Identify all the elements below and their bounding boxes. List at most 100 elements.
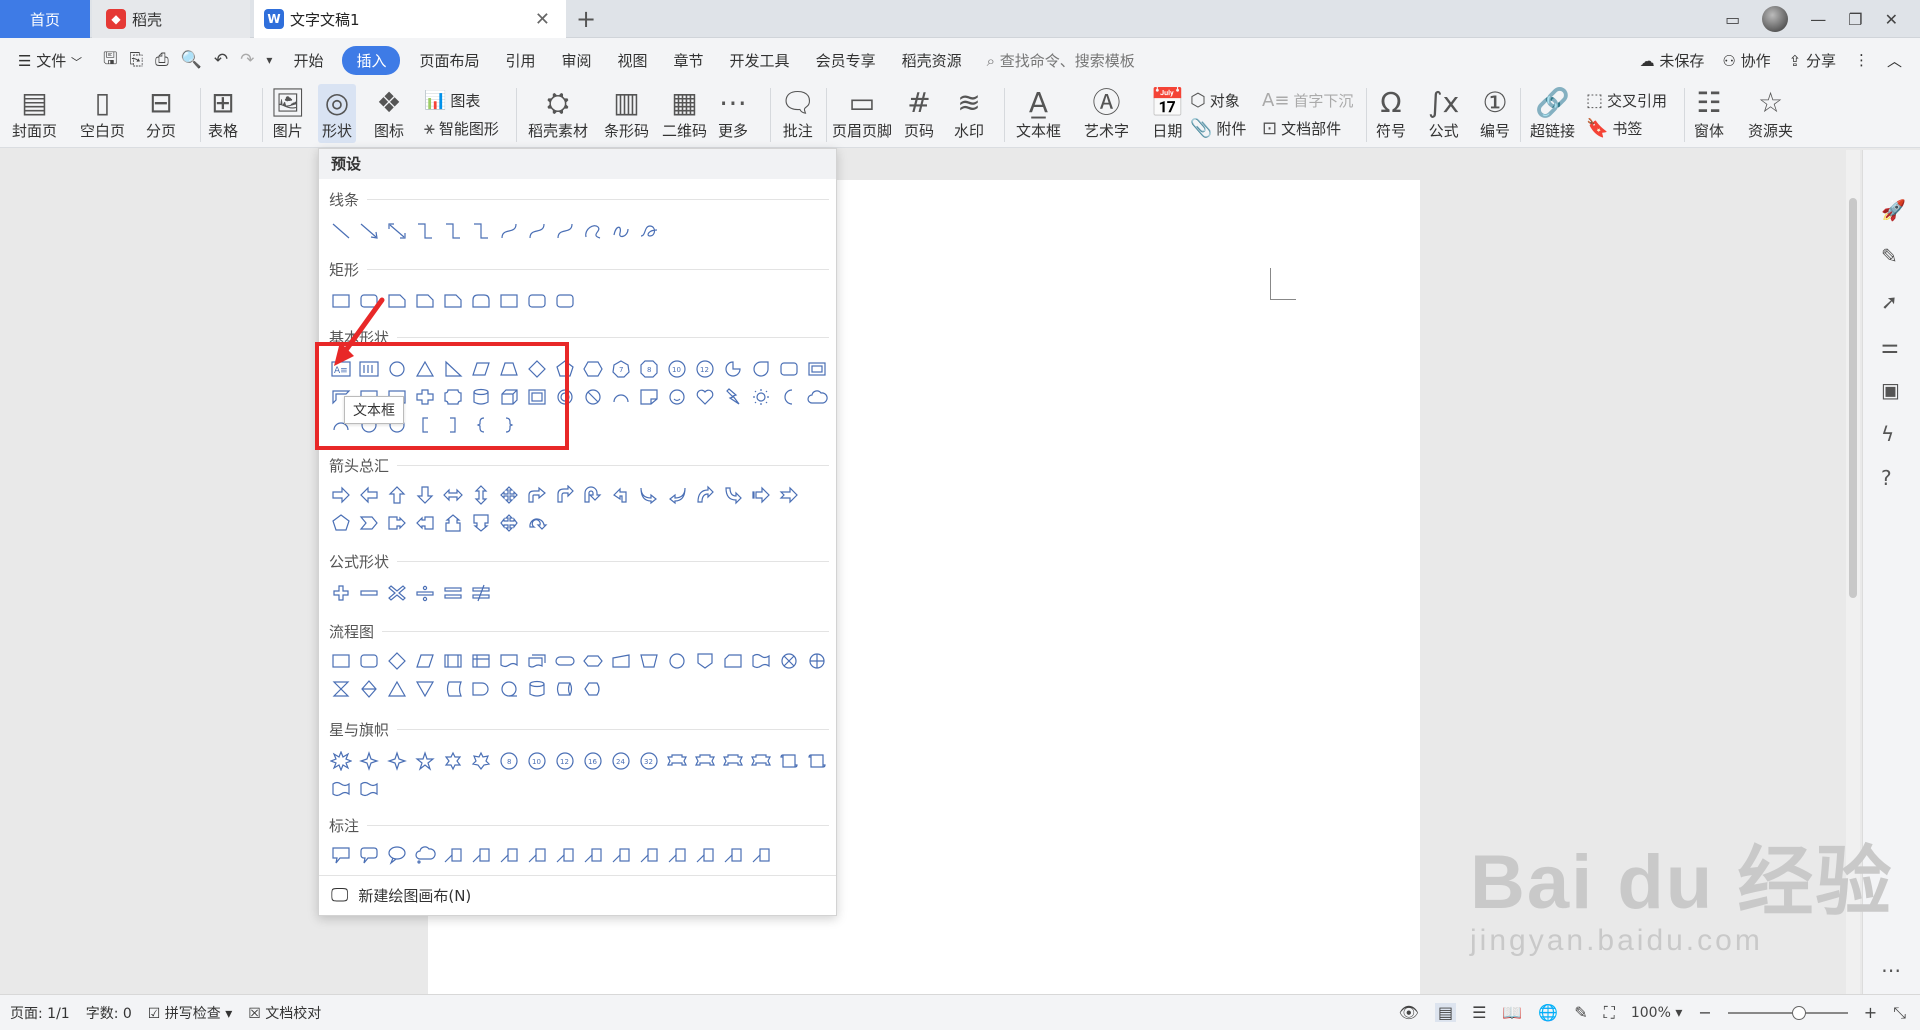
- save-icon[interactable]: 🖫: [103, 46, 117, 75]
- shape-lcallout-icon[interactable]: [413, 511, 437, 535]
- shape-star10-icon[interactable]: 10: [525, 749, 549, 773]
- shape-linecallout-icon[interactable]: [665, 843, 689, 867]
- shape-bentarrow-icon[interactable]: [553, 483, 577, 507]
- tab-document[interactable]: W 文字文稿1 ✕: [254, 0, 566, 38]
- shape-button[interactable]: ◎ 形状: [318, 84, 357, 143]
- header-footer-button[interactable]: ▭ 页眉页脚: [832, 86, 892, 141]
- shape-or-icon[interactable]: [805, 649, 829, 673]
- shape-offpage-icon[interactable]: [693, 649, 717, 673]
- shape-linecallout-icon[interactable]: [525, 843, 549, 867]
- menu-review[interactable]: 审阅: [549, 50, 605, 71]
- shape-ribbon-icon[interactable]: [693, 749, 717, 773]
- shape-plus-icon[interactable]: [329, 581, 353, 605]
- shape-star6-icon[interactable]: [441, 749, 465, 773]
- formula-button[interactable]: ∫x 公式: [1428, 86, 1459, 141]
- shape-triangle-icon[interactable]: [385, 677, 409, 701]
- date-button[interactable]: 📅 日期: [1150, 86, 1185, 141]
- shape-collate-icon[interactable]: [329, 677, 353, 701]
- shape-dodecagon-icon[interactable]: 12: [693, 357, 717, 381]
- command-search[interactable]: ⌕ 查找命令、搜索模板: [987, 50, 1135, 71]
- shape-luarrow-icon[interactable]: [525, 483, 549, 507]
- shape-manual-icon[interactable]: [609, 649, 633, 673]
- web-view-icon[interactable]: 🌐: [1538, 1003, 1558, 1022]
- blank-page-button[interactable]: ▯ 空白页: [80, 86, 125, 141]
- shape-snip-icon[interactable]: [441, 289, 465, 313]
- shape-linecallout-icon[interactable]: [749, 843, 773, 867]
- help-icon[interactable]: ?: [1881, 466, 1892, 490]
- word-count[interactable]: 字数: 0: [86, 1003, 132, 1023]
- shape-ucallout-icon[interactable]: [441, 511, 465, 535]
- shape-manualop-icon[interactable]: [637, 649, 661, 673]
- shape-roundrect-icon[interactable]: [777, 357, 801, 381]
- shape-circular-icon[interactable]: [525, 511, 549, 535]
- shape-star24-icon[interactable]: 24: [609, 749, 633, 773]
- shape-elbow-icon[interactable]: [413, 219, 437, 243]
- shape-curve-icon[interactable]: [525, 219, 549, 243]
- shape-display-icon[interactable]: [581, 677, 605, 701]
- menu-member[interactable]: 会员专享: [803, 50, 889, 71]
- unsaved-button[interactable]: ☁ 未保存: [1640, 50, 1705, 71]
- collaborate-button[interactable]: ⚇ 协作: [1722, 50, 1770, 71]
- attachment-button[interactable]: 📎 附件: [1190, 118, 1246, 139]
- shape-linecallout-icon[interactable]: [581, 843, 605, 867]
- shape-decagon-icon[interactable]: 10: [665, 357, 689, 381]
- shape-rectcallout-icon[interactable]: [329, 843, 353, 867]
- shape-wave-icon[interactable]: [329, 777, 353, 801]
- shape-quadarrow-icon[interactable]: [497, 483, 521, 507]
- shape-pentagon-icon[interactable]: [329, 511, 353, 535]
- more-button[interactable]: ⋯ 更多: [718, 86, 748, 141]
- shape-linecallout-icon[interactable]: [609, 843, 633, 867]
- minimize-icon[interactable]: —: [1810, 10, 1826, 29]
- shape-minus-icon[interactable]: [357, 581, 381, 605]
- shape-fold-icon[interactable]: [637, 385, 661, 409]
- shape-linecallout-icon[interactable]: [693, 843, 717, 867]
- page-number-button[interactable]: # 页码: [904, 86, 934, 141]
- shape-ribbon-icon[interactable]: [721, 749, 745, 773]
- zoom-select[interactable]: 100% ▾: [1631, 1005, 1683, 1021]
- shape-arrowline-icon[interactable]: [357, 219, 381, 243]
- menu-section[interactable]: 章节: [661, 50, 717, 71]
- shape-linecallout-icon[interactable]: [497, 843, 521, 867]
- shape-linecallout-icon[interactable]: [637, 843, 661, 867]
- shape-star7-icon[interactable]: [469, 749, 493, 773]
- shape-roundrect-icon[interactable]: [553, 289, 577, 313]
- menu-references[interactable]: 引用: [492, 50, 548, 71]
- rocket-icon[interactable]: 🚀: [1881, 198, 1906, 222]
- shape-star8-icon[interactable]: 8: [497, 749, 521, 773]
- export-pdf-icon[interactable]: ⎘: [130, 50, 144, 70]
- shape-curvedd-icon[interactable]: [721, 483, 745, 507]
- shape-roundtop-icon[interactable]: [469, 289, 493, 313]
- shape-punched-icon[interactable]: [749, 649, 773, 673]
- shape-ribbon-icon[interactable]: [665, 749, 689, 773]
- shape-linecallout-icon[interactable]: [721, 843, 745, 867]
- window-layout-icon[interactable]: ▭: [1725, 10, 1740, 29]
- shape-multidoc-icon[interactable]: [525, 649, 549, 673]
- tab-daoke[interactable]: ◆ 稻壳: [92, 0, 250, 38]
- shape-arc-icon[interactable]: [609, 385, 633, 409]
- outline-view-icon[interactable]: ☰: [1472, 1003, 1486, 1022]
- new-canvas-button[interactable]: 🖵 新建绘图画布(N): [319, 875, 836, 915]
- doc-parts-button[interactable]: ⊡ 文档部件: [1262, 118, 1341, 139]
- shape-star4-icon[interactable]: [385, 749, 409, 773]
- resource-button[interactable]: ☆ 资源夹: [1748, 86, 1793, 141]
- shape-wave-icon[interactable]: [357, 777, 381, 801]
- shape-sequential-icon[interactable]: [497, 677, 521, 701]
- page-view-icon[interactable]: ▤: [1434, 1003, 1457, 1022]
- tab-home[interactable]: 首页: [0, 0, 90, 38]
- shape-document-icon[interactable]: [497, 649, 521, 673]
- shape-ribbon-icon[interactable]: [749, 749, 773, 773]
- shape-snip-icon[interactable]: [413, 289, 437, 313]
- shape-bolt-icon[interactable]: [721, 385, 745, 409]
- shape-connector-icon[interactable]: [665, 649, 689, 673]
- shape-scroll-icon[interactable]: [805, 749, 829, 773]
- zoom-slider-knob[interactable]: [1791, 1005, 1806, 1020]
- shape-linecallout-icon[interactable]: [441, 843, 465, 867]
- shape-nosymbol-icon[interactable]: [581, 385, 605, 409]
- shape-dcallout-icon[interactable]: [469, 511, 493, 535]
- shape-pie-icon[interactable]: [721, 357, 745, 381]
- shape-dblarrow-icon[interactable]: [385, 219, 409, 243]
- dropcap-button[interactable]: A≡ 首字下沉: [1262, 90, 1353, 111]
- proofread-button[interactable]: ☒ 文档校对: [248, 1003, 321, 1023]
- hyperlink-button[interactable]: 🔗 超链接: [1530, 86, 1575, 141]
- shape-divide-icon[interactable]: [413, 581, 437, 605]
